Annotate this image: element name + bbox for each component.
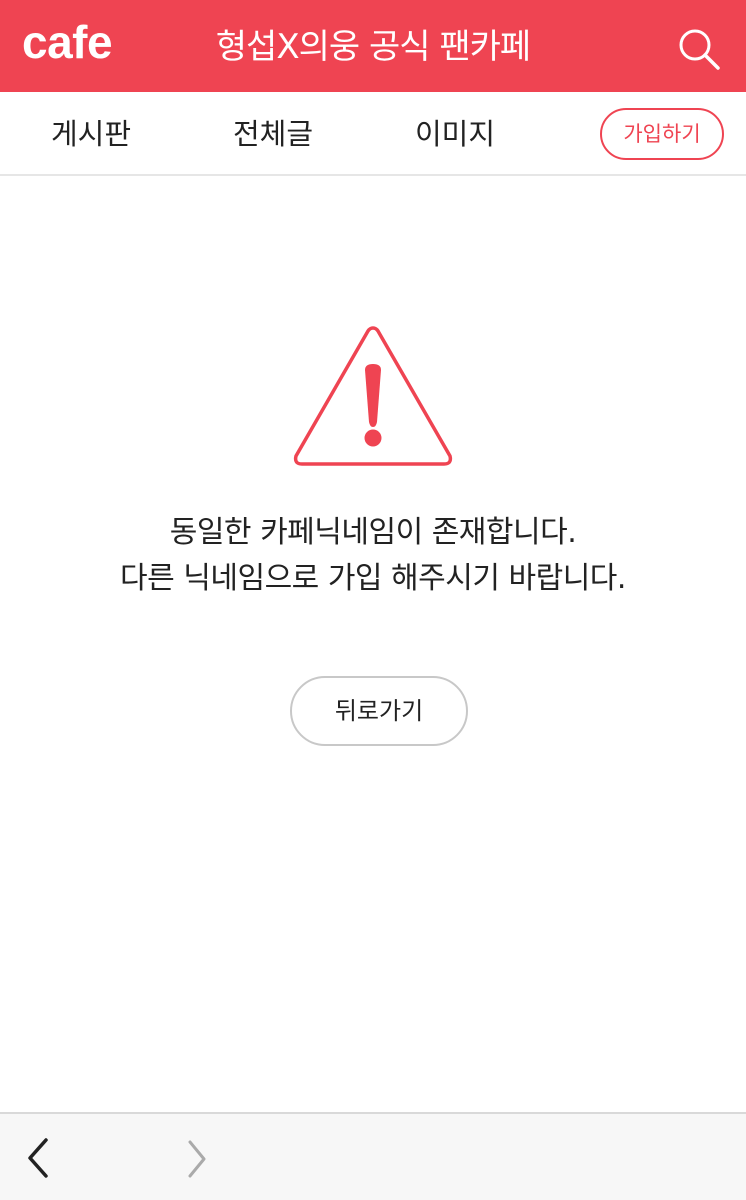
tab-images[interactable]: 이미지 <box>404 112 506 156</box>
search-button[interactable] <box>676 26 722 72</box>
top-header: cafe 형섭X의웅 공식 팬카페 <box>0 0 746 92</box>
tab-board[interactable]: 게시판 <box>40 112 142 156</box>
browser-back-button[interactable] <box>16 1132 64 1184</box>
warning-icon <box>293 326 453 466</box>
chevron-left-icon <box>28 1138 48 1178</box>
browser-nav-bar <box>0 1112 746 1200</box>
chevron-right-icon <box>188 1140 206 1178</box>
join-button[interactable]: 가입하기 <box>600 108 724 160</box>
alert-message-line-1: 동일한 카페닉네임이 존재합니다. <box>169 515 577 550</box>
alert-message-line-2: 다른 닉네임으로 가입 해주시기 바랍니다. <box>120 561 626 596</box>
browser-forward-button[interactable] <box>174 1132 222 1184</box>
cafe-title[interactable]: 형섭X의웅 공식 팬카페 <box>150 22 596 72</box>
tab-all-posts[interactable]: 전체글 <box>222 112 324 156</box>
cafe-nav: 게시판 전체글 이미지 가입하기 <box>0 92 746 176</box>
search-icon <box>679 29 720 70</box>
cafe-logo[interactable]: cafe <box>22 14 113 70</box>
go-back-button[interactable]: 뒤로가기 <box>290 676 468 746</box>
alert-message: 동일한 카페닉네임이 존재합니다. 다른 닉네임으로 가입 해주시기 바랍니다. <box>40 510 706 602</box>
